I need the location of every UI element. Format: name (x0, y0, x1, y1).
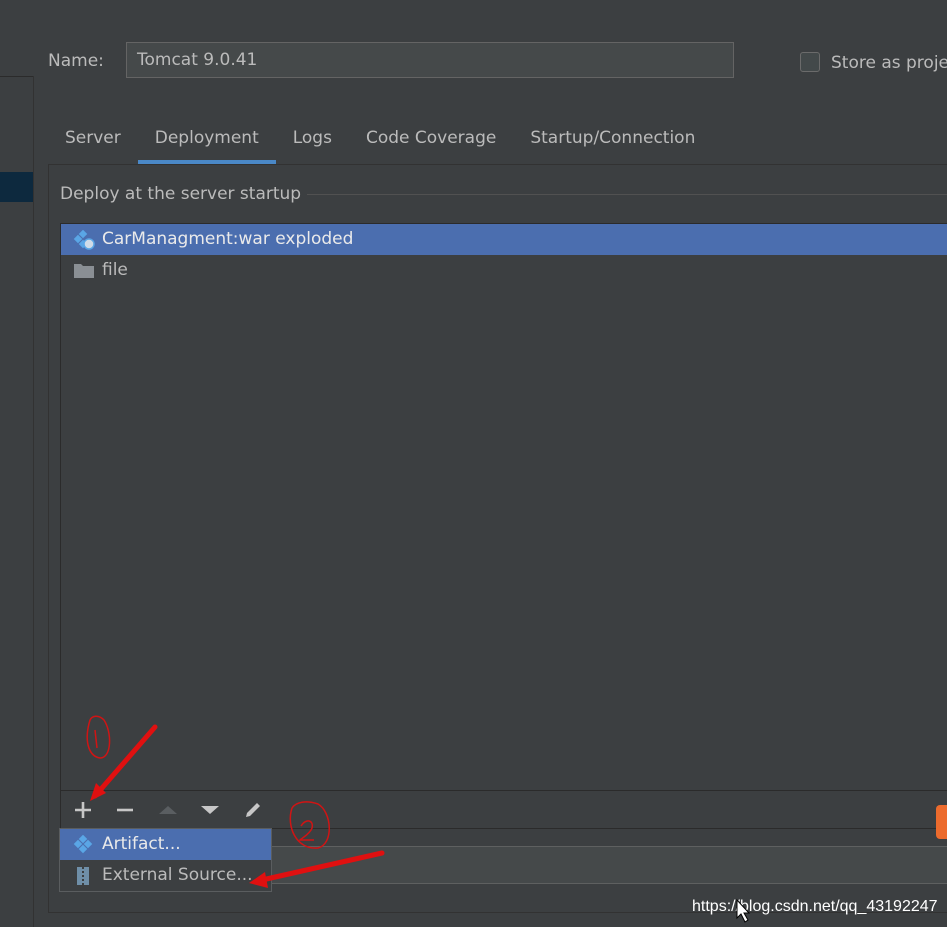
folder-icon (73, 261, 95, 281)
section-title: Deploy at the server startup (60, 184, 308, 204)
move-up-icon[interactable] (157, 799, 179, 821)
section-divider (292, 194, 947, 195)
watermark: https://blog.csdn.net/qq_43192247 (692, 898, 938, 915)
minus-icon[interactable] (114, 799, 136, 821)
list-item[interactable]: CarManagment:war exploded (61, 224, 947, 255)
list-item-label: file (102, 260, 128, 280)
artifact-icon (73, 229, 95, 250)
tab-server[interactable]: Server (48, 116, 138, 164)
divider (0, 76, 33, 77)
archive-icon (73, 866, 93, 886)
tab-startup-connection[interactable]: Startup/Connection (513, 116, 712, 164)
list-item-label: CarManagment:war exploded (102, 229, 354, 249)
plus-icon[interactable] (72, 799, 94, 821)
tab-deployment[interactable]: Deployment (137, 116, 276, 164)
tab-logs[interactable]: Logs (276, 116, 349, 164)
before-launch-field[interactable] (260, 846, 947, 884)
list-item[interactable]: file (61, 255, 947, 286)
configuration-tree-selected-row[interactable] (0, 172, 33, 202)
menu-item-label: Artifact... (102, 834, 181, 854)
tab-bar: Server Deployment Logs Code Coverage Sta… (48, 116, 712, 164)
menu-item-label: External Source... (102, 865, 253, 885)
deployment-list[interactable]: CarManagment:war exploded file (60, 223, 947, 791)
edit-icon[interactable] (242, 799, 264, 821)
deployment-toolbar (60, 791, 947, 829)
store-as-project-checkbox[interactable] (800, 52, 820, 72)
menu-item-external-source[interactable]: External Source... (60, 860, 271, 891)
menu-item-artifact[interactable]: Artifact... (60, 829, 271, 860)
csdn-badge (936, 805, 947, 839)
configuration-tree-panel (0, 0, 33, 927)
divider (33, 76, 34, 927)
move-down-icon[interactable] (199, 799, 221, 821)
artifact-icon (73, 834, 93, 855)
run-configuration-dialog: Name: Tomcat 9.0.41 Store as projec Serv… (0, 0, 947, 927)
store-as-project-label: Store as projec (831, 53, 947, 73)
name-input[interactable]: Tomcat 9.0.41 (126, 42, 734, 78)
tab-code-coverage[interactable]: Code Coverage (349, 116, 513, 164)
add-popup-menu: Artifact... External Source... (59, 828, 272, 892)
name-label: Name: (48, 51, 104, 71)
